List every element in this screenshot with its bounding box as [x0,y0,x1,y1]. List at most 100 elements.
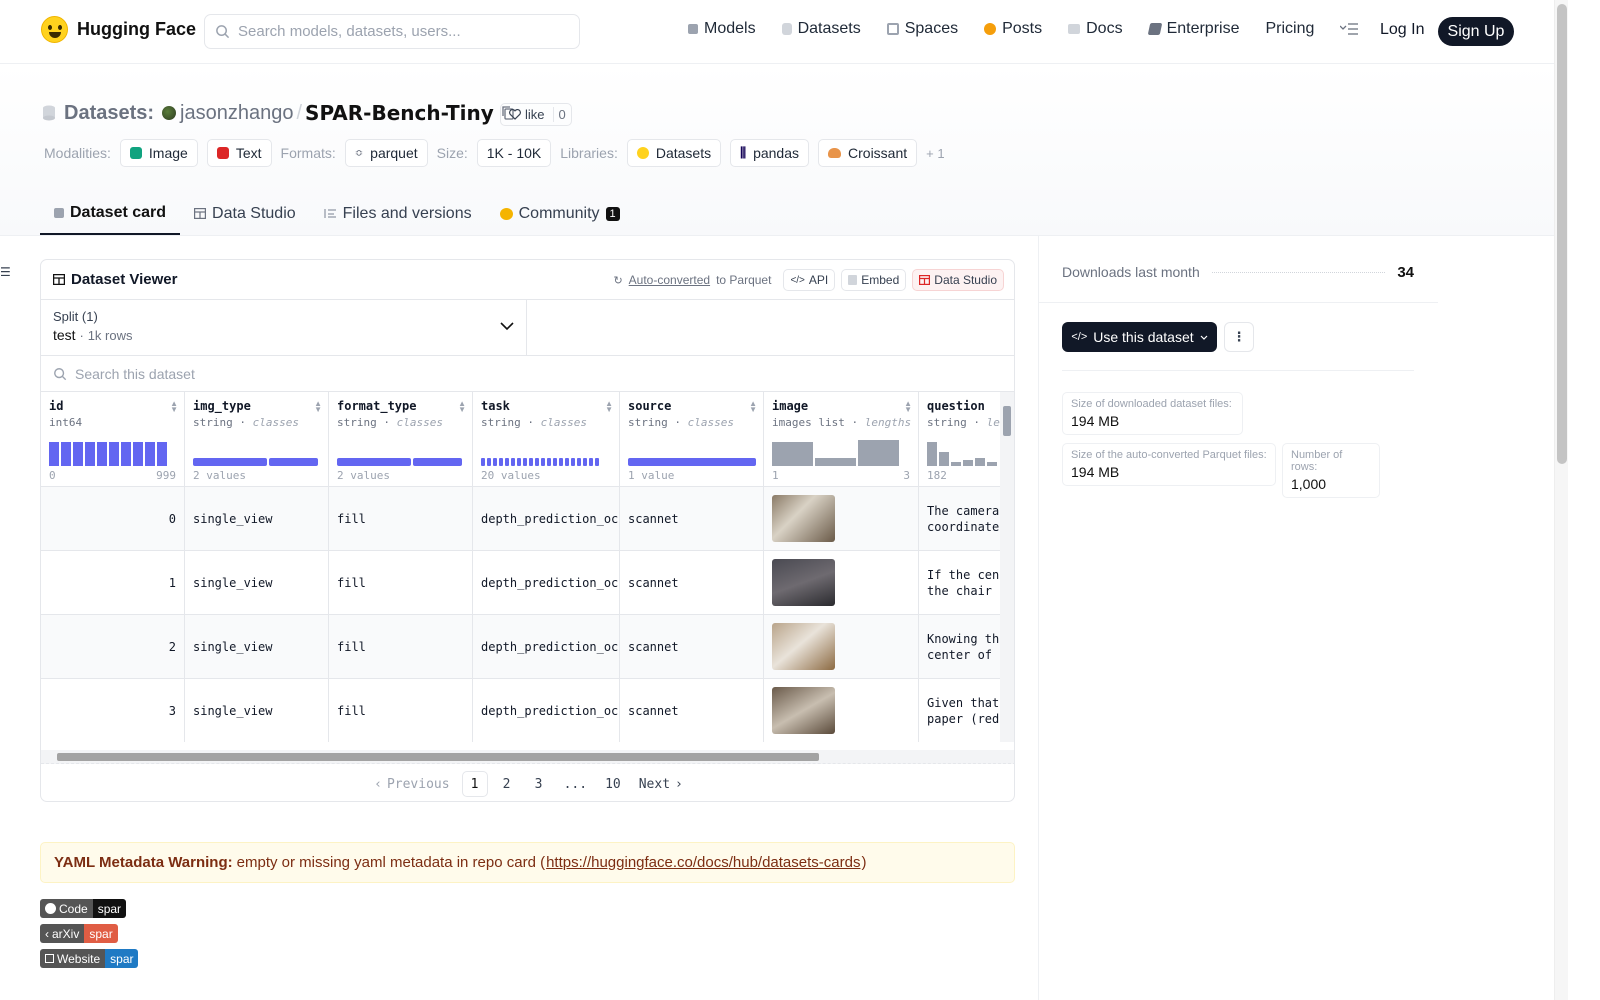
page-scrollbar[interactable] [1554,0,1568,1000]
page-scrollbar-thumb[interactable] [1557,4,1567,464]
histogram-bar[interactable] [133,442,143,466]
sort-icon[interactable]: ▲ ▼ [314,400,322,414]
column-histogram[interactable] [193,440,318,466]
table-cell[interactable]: fill [329,487,472,551]
class-bar[interactable] [553,458,557,466]
histogram-bar[interactable] [858,440,899,466]
sort-icon[interactable]: ▲ ▼ [605,400,613,414]
class-bar[interactable] [505,458,509,466]
api-button[interactable]: </> API [783,269,836,291]
class-bar[interactable] [559,458,563,466]
hf-logo-link[interactable]: Hugging Face [41,16,196,43]
warning-link[interactable]: https://huggingface.co/docs/hub/datasets… [546,854,860,871]
class-bar[interactable] [337,458,411,466]
table-cell[interactable]: single_view [185,487,328,551]
nav-docs[interactable]: Docs [1068,20,1123,38]
column-histogram[interactable] [49,440,167,466]
library-datasets-tag[interactable]: Datasets [626,139,722,167]
page-3-button[interactable]: 3 [526,771,552,797]
histogram-bar[interactable] [939,452,949,466]
modality-image-tag[interactable]: Image [119,139,198,167]
format-parquet-tag[interactable]: ≎ parquet [344,139,428,167]
histogram-bar[interactable] [49,442,59,466]
class-bar[interactable] [577,458,581,466]
class-bar[interactable] [571,458,575,466]
column-histogram[interactable] [337,440,462,466]
table-cell[interactable]: depth_prediction_oc [473,487,619,551]
column-header[interactable]: format_type string · classes ▲ ▼ 2 values [329,392,472,487]
sort-icon[interactable]: ▲ ▼ [749,400,757,414]
histogram-bar[interactable] [145,442,155,466]
class-bar[interactable] [413,458,462,466]
class-bar[interactable] [193,458,267,466]
login-link[interactable]: Log In [1380,21,1424,39]
tab-data-studio[interactable]: Data Studio [180,192,310,235]
class-bar[interactable] [499,458,503,466]
histogram-bar[interactable] [73,442,83,466]
histogram-bar[interactable] [963,460,973,466]
table-cell[interactable]: scannet [620,551,763,615]
image-thumbnail[interactable] [772,559,835,606]
class-bar[interactable] [565,458,569,466]
sort-icon[interactable]: ▲ ▼ [170,400,178,414]
page-10-button[interactable]: 10 [599,771,627,797]
column-header[interactable]: task string · classes ▲ ▼ 20 values [473,392,619,487]
class-bar[interactable] [487,458,491,466]
histogram-bar[interactable] [927,442,937,466]
tab-dataset-card[interactable]: Dataset card [40,192,181,235]
table-cell[interactable]: single_view [185,615,328,679]
previous-page-button[interactable]: ‹ Previous [368,771,455,797]
badge-website[interactable]: Website spar [40,949,139,968]
page-1-button[interactable]: 1 [461,771,488,797]
image-thumbnail[interactable] [772,623,835,670]
class-bar[interactable] [269,458,318,466]
global-search-input[interactable]: Search models, datasets, users... [204,14,580,49]
image-thumbnail[interactable] [772,495,835,542]
split-selector[interactable]: Split (1) test · 1k rows [41,300,527,355]
modality-text-tag[interactable]: Text [206,139,272,167]
next-page-button[interactable]: Next › [633,771,689,797]
histogram-bar[interactable] [951,462,961,466]
column-header[interactable]: image images list · lengths ▲ ▼ 1 3 [764,392,918,487]
badge-code[interactable]: Code spar [40,899,127,918]
table-cell[interactable]: fill [329,551,472,615]
table-cell[interactable]: fill [329,615,472,679]
grid-horizontal-scrollbar[interactable] [41,750,1014,764]
nav-datasets[interactable]: Datasets [781,20,861,38]
histogram-bar[interactable] [85,442,95,466]
class-bar[interactable] [583,458,587,466]
library-croissant-tag[interactable]: Croissant [818,139,918,167]
class-bar[interactable] [547,458,551,466]
table-cell[interactable]: scannet [620,679,763,742]
table-cell[interactable] [764,487,918,551]
table-cell[interactable] [764,551,918,615]
sort-icon[interactable]: ▲ ▼ [458,400,466,414]
tab-community[interactable]: Community 1 [486,192,634,235]
table-cell[interactable] [764,679,918,742]
class-bar[interactable] [493,458,497,466]
table-cell[interactable]: single_view [185,679,328,742]
table-cell[interactable]: 1 [41,551,184,615]
auto-converted-link[interactable]: Auto-converted [629,273,710,287]
library-pandas-tag[interactable]: ⫼ pandas [730,139,810,167]
table-cell[interactable]: scannet [620,615,763,679]
table-cell[interactable]: 3 [41,679,184,742]
histogram-bar[interactable] [157,442,167,466]
embed-button[interactable]: Embed [841,269,907,291]
nav-enterprise[interactable]: Enterprise [1147,20,1239,38]
nav-models[interactable]: Models [688,20,756,38]
histogram-bar[interactable] [975,458,985,466]
class-bar[interactable] [541,458,545,466]
class-bar[interactable] [481,458,485,466]
page-2-button[interactable]: 2 [494,771,520,797]
badge-arxiv[interactable]: ‹ arXiv spar [40,924,118,943]
column-histogram[interactable] [772,440,899,466]
table-cell[interactable]: single_view [185,551,328,615]
size-tag[interactable]: 1K - 10K [476,139,552,167]
table-cell[interactable]: fill [329,679,472,742]
histogram-bar[interactable] [987,462,997,466]
scrollbar-thumb[interactable] [57,753,819,761]
more-options-button[interactable]: ⋮ [1224,322,1254,352]
table-cell[interactable]: 2 [41,615,184,679]
nav-posts[interactable]: Posts [984,20,1042,38]
